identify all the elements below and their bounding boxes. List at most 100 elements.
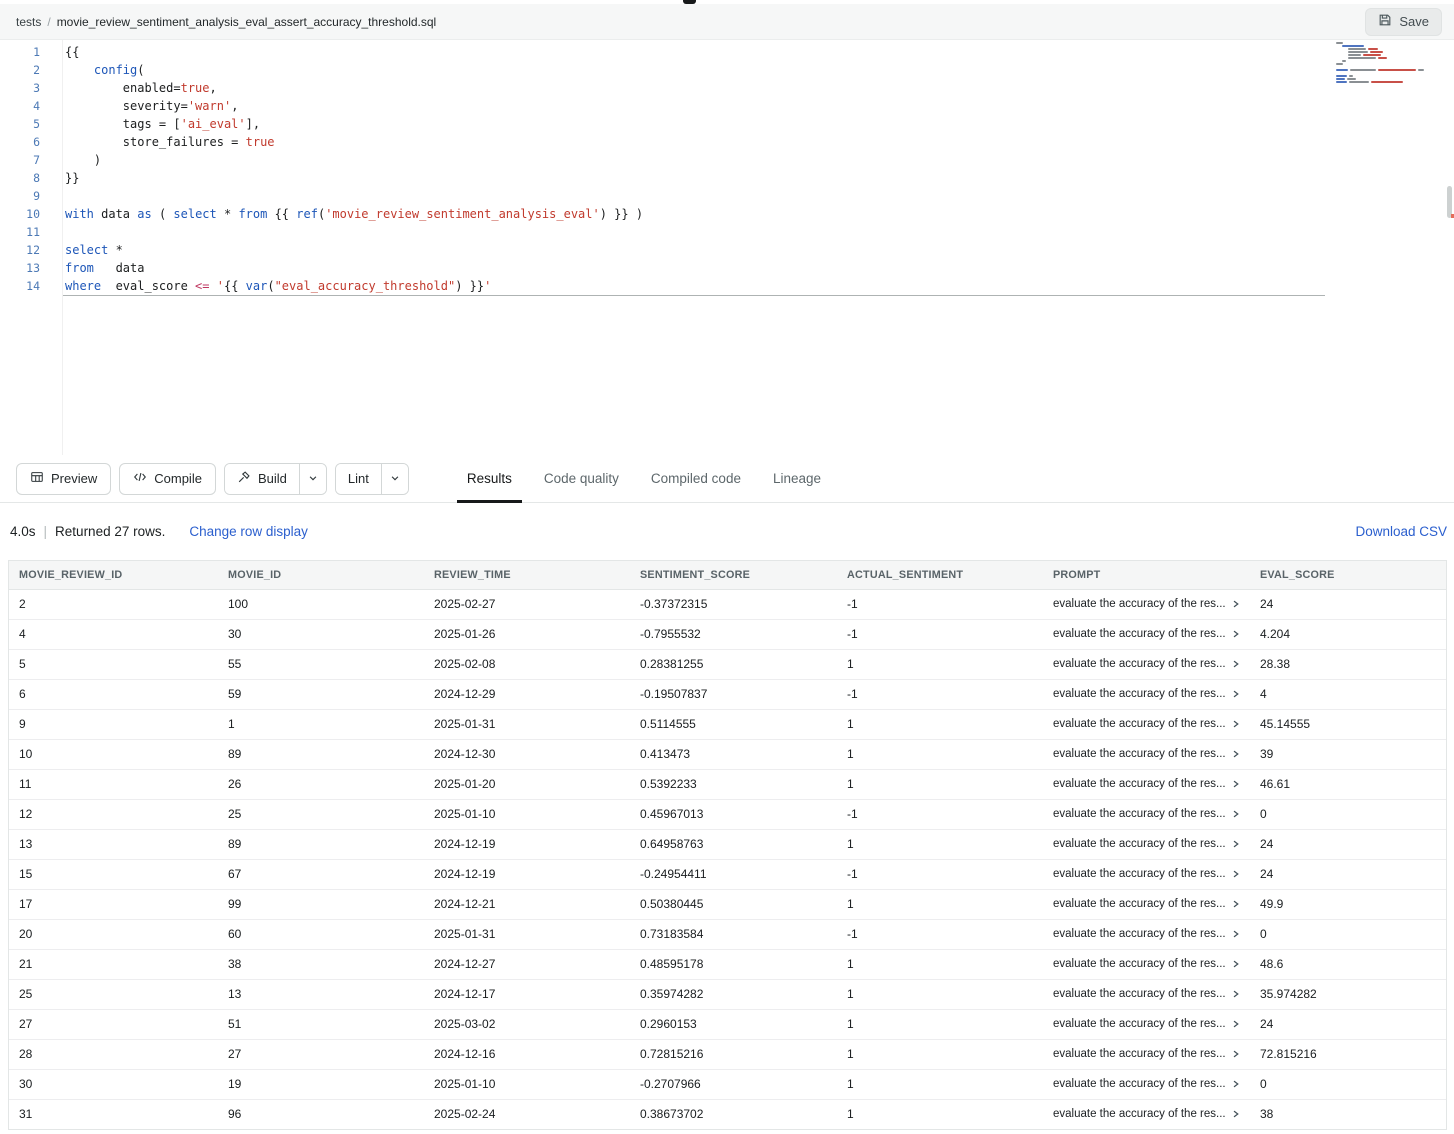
cell-prompt[interactable]: evaluate the accuracy of the res...	[1043, 619, 1250, 649]
line-number: 12	[0, 241, 62, 259]
save-button[interactable]: Save	[1365, 8, 1442, 36]
prompt-expand[interactable]: evaluate the accuracy of the res...	[1053, 958, 1242, 970]
cell-prompt[interactable]: evaluate the accuracy of the res...	[1043, 739, 1250, 769]
code-line[interactable]: 13from data	[0, 259, 1454, 277]
code-line[interactable]: 3 enabled=true,	[0, 79, 1454, 97]
minimap[interactable]	[1332, 42, 1442, 84]
lint-dropdown-button[interactable]	[381, 464, 408, 494]
code-line[interactable]: 2 config(	[0, 61, 1454, 79]
prompt-expand[interactable]: evaluate the accuracy of the res...	[1053, 1078, 1242, 1090]
prompt-preview-text: evaluate the accuracy of the res...	[1053, 808, 1226, 820]
code-line[interactable]: 5 tags = ['ai_eval'],	[0, 115, 1454, 133]
build-dropdown-button[interactable]	[299, 464, 326, 494]
cell-eval-score: 4	[1250, 679, 1446, 709]
prompt-expand[interactable]: evaluate the accuracy of the res...	[1053, 988, 1242, 1000]
code-line[interactable]: 10with data as ( select * from {{ ref('m…	[0, 205, 1454, 223]
expand-prompt-icon	[1231, 809, 1240, 819]
prompt-expand[interactable]: evaluate the accuracy of the res...	[1053, 898, 1242, 910]
breadcrumb-folder[interactable]: tests	[16, 15, 41, 29]
cell-movie-id: 1	[218, 709, 424, 739]
prompt-expand[interactable]: evaluate the accuracy of the res...	[1053, 838, 1242, 850]
minimap-line	[1332, 78, 1442, 80]
code-line[interactable]: 4 severity='warn',	[0, 97, 1454, 115]
save-icon	[1378, 13, 1392, 30]
cell-review-time: 2024-12-21	[424, 889, 630, 919]
tab-lineage[interactable]: Lineage	[757, 455, 837, 503]
expand-prompt-icon	[1231, 899, 1240, 909]
tab-compiled-code[interactable]: Compiled code	[635, 455, 757, 503]
minimap-line	[1332, 45, 1442, 47]
table-row: 15672024-12-19-0.24954411-1evaluate the …	[9, 859, 1446, 889]
table-row: 13892024-12-190.649587631evaluate the ac…	[9, 829, 1446, 859]
table-row: 30192025-01-10-0.27079661evaluate the ac…	[9, 1069, 1446, 1099]
code-text: tags = ['ai_eval'],	[62, 115, 260, 133]
cell-prompt[interactable]: evaluate the accuracy of the res...	[1043, 859, 1250, 889]
code-line[interactable]: 9	[0, 187, 1454, 205]
preview-button[interactable]: Preview	[16, 463, 111, 495]
cell-actual-sentiment: 1	[837, 709, 1043, 739]
file-header-bar: tests / movie_review_sentiment_analysis_…	[0, 4, 1454, 40]
cell-movie-id: 13	[218, 979, 424, 1009]
prompt-expand[interactable]: evaluate the accuracy of the res...	[1053, 868, 1242, 880]
expand-prompt-icon	[1231, 1109, 1240, 1119]
prompt-expand[interactable]: evaluate the accuracy of the res...	[1053, 1048, 1242, 1060]
prompt-preview-text: evaluate the accuracy of the res...	[1053, 868, 1226, 880]
cell-prompt[interactable]: evaluate the accuracy of the res...	[1043, 1099, 1250, 1129]
cell-review-time: 2024-12-19	[424, 829, 630, 859]
top-edge-strip	[0, 0, 1454, 4]
cell-movie-review-id: 12	[9, 799, 218, 829]
build-button[interactable]: Build	[225, 464, 299, 494]
lint-button[interactable]: Lint	[336, 464, 381, 494]
cell-prompt[interactable]: evaluate the accuracy of the res...	[1043, 949, 1250, 979]
cell-prompt[interactable]: evaluate the accuracy of the res...	[1043, 1009, 1250, 1039]
window-drag-handle	[683, 0, 696, 4]
code-line[interactable]: 14where eval_score <= '{{ var("eval_accu…	[0, 277, 1454, 295]
cell-prompt[interactable]: evaluate the accuracy of the res...	[1043, 649, 1250, 679]
code-line[interactable]: 6 store_failures = true	[0, 133, 1454, 151]
cell-actual-sentiment: -1	[837, 859, 1043, 889]
cell-prompt[interactable]: evaluate the accuracy of the res...	[1043, 589, 1250, 619]
code-line[interactable]: 7 )	[0, 151, 1454, 169]
code-line[interactable]: 8}}	[0, 169, 1454, 187]
prompt-expand[interactable]: evaluate the accuracy of the res...	[1053, 598, 1242, 610]
preview-button-label: Preview	[51, 471, 97, 486]
cell-eval-score: 24	[1250, 859, 1446, 889]
cell-prompt[interactable]: evaluate the accuracy of the res...	[1043, 979, 1250, 1009]
prompt-preview-text: evaluate the accuracy of the res...	[1053, 658, 1226, 670]
prompt-expand[interactable]: evaluate the accuracy of the res...	[1053, 778, 1242, 790]
download-csv-link[interactable]: Download CSV	[1355, 524, 1447, 539]
prompt-expand[interactable]: evaluate the accuracy of the res...	[1053, 1018, 1242, 1030]
cell-movie-review-id: 15	[9, 859, 218, 889]
cell-prompt[interactable]: evaluate the accuracy of the res...	[1043, 769, 1250, 799]
column-header-sentiment_score: SENTIMENT_SCORE	[630, 561, 837, 589]
cell-prompt[interactable]: evaluate the accuracy of the res...	[1043, 1069, 1250, 1099]
cell-prompt[interactable]: evaluate the accuracy of the res...	[1043, 889, 1250, 919]
cell-prompt[interactable]: evaluate the accuracy of the res...	[1043, 709, 1250, 739]
code-editor[interactable]: 1{{2 config(3 enabled=true,4 severity='w…	[0, 40, 1454, 455]
prompt-expand[interactable]: evaluate the accuracy of the res...	[1053, 928, 1242, 940]
prompt-expand[interactable]: evaluate the accuracy of the res...	[1053, 808, 1242, 820]
prompt-preview-text: evaluate the accuracy of the res...	[1053, 718, 1226, 730]
tab-code-quality[interactable]: Code quality	[528, 455, 635, 503]
cell-prompt[interactable]: evaluate the accuracy of the res...	[1043, 919, 1250, 949]
prompt-expand[interactable]: evaluate the accuracy of the res...	[1053, 688, 1242, 700]
cell-prompt[interactable]: evaluate the accuracy of the res...	[1043, 829, 1250, 859]
prompt-expand[interactable]: evaluate the accuracy of the res...	[1053, 748, 1242, 760]
code-line[interactable]: 11	[0, 223, 1454, 241]
prompt-expand[interactable]: evaluate the accuracy of the res...	[1053, 718, 1242, 730]
minimap-line	[1332, 42, 1442, 44]
tab-results[interactable]: Results	[451, 455, 528, 503]
cell-prompt[interactable]: evaluate the accuracy of the res...	[1043, 679, 1250, 709]
table-row: 21382024-12-270.485951781evaluate the ac…	[9, 949, 1446, 979]
cell-review-time: 2025-01-10	[424, 799, 630, 829]
code-line[interactable]: 12select *	[0, 241, 1454, 259]
change-row-display-link[interactable]: Change row display	[189, 524, 308, 539]
expand-prompt-icon	[1231, 929, 1240, 939]
prompt-expand[interactable]: evaluate the accuracy of the res...	[1053, 628, 1242, 640]
cell-prompt[interactable]: evaluate the accuracy of the res...	[1043, 799, 1250, 829]
prompt-expand[interactable]: evaluate the accuracy of the res...	[1053, 1108, 1242, 1120]
cell-prompt[interactable]: evaluate the accuracy of the res...	[1043, 1039, 1250, 1069]
prompt-expand[interactable]: evaluate the accuracy of the res...	[1053, 658, 1242, 670]
code-line[interactable]: 1{{	[0, 43, 1454, 61]
compile-button[interactable]: Compile	[119, 463, 216, 495]
